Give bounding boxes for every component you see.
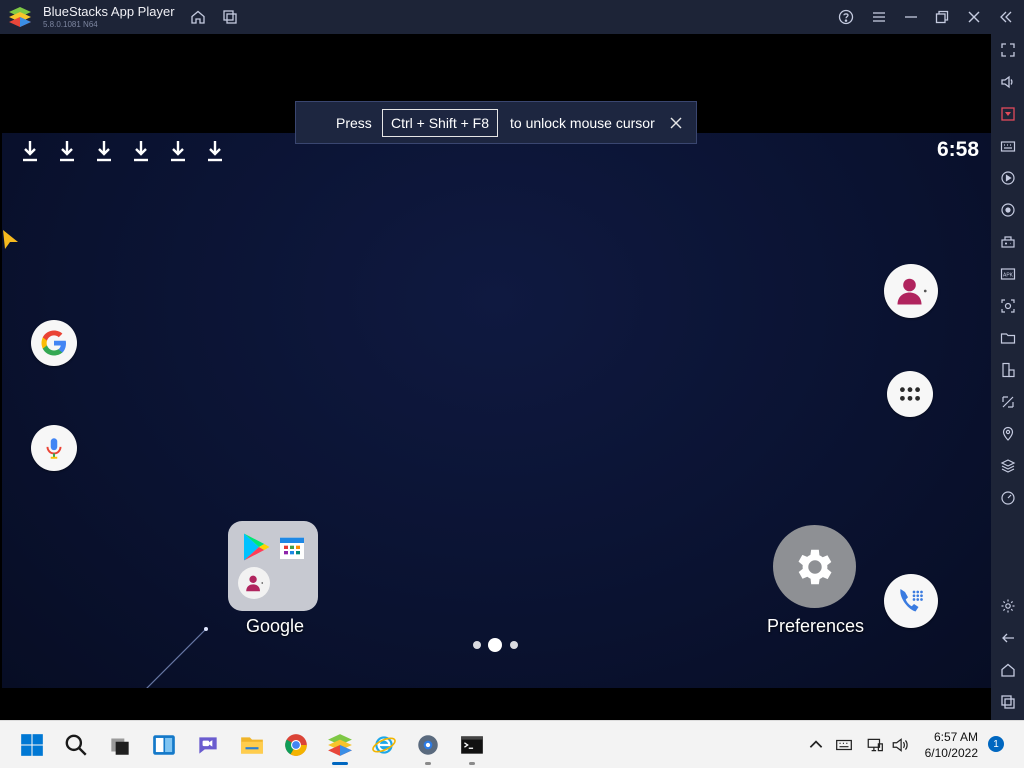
widgets-icon[interactable] (150, 731, 178, 759)
internet-explorer-icon[interactable] (370, 731, 398, 759)
toast-press-text: Press (336, 115, 372, 131)
toast-close-icon[interactable] (668, 115, 684, 131)
file-explorer-icon[interactable] (238, 731, 266, 759)
preferences-label: Preferences (767, 616, 865, 636)
svg-text:APK: APK (1003, 273, 1014, 279)
bluestacks-logo-icon (9, 7, 31, 27)
toast-shortcut-keys: Ctrl + Shift + F8 (382, 109, 498, 137)
android-home-icon[interactable] (998, 660, 1018, 680)
gear-icon (798, 549, 831, 584)
home-icon[interactable] (187, 6, 209, 28)
contacts-mini-icon (238, 567, 270, 599)
toast-message-text: to unlock mouse cursor (510, 115, 655, 131)
recent-apps-icon[interactable] (998, 692, 1018, 712)
google-search-icon[interactable] (31, 320, 77, 366)
bluestacks-window: BlueStacks App Player 5.8.0.1081 N64 6:5… (0, 0, 1024, 768)
running-indicator (469, 762, 475, 765)
start-menu-icon[interactable] (18, 731, 46, 759)
settings-gear-icon[interactable] (998, 596, 1018, 616)
task-view-icon[interactable] (106, 731, 134, 759)
wallpaper-streak (146, 627, 208, 688)
search-icon[interactable] (62, 731, 90, 759)
page-indicator-dot-active[interactable] (488, 638, 502, 652)
menu-icon[interactable] (868, 6, 890, 28)
performance-icon[interactable] (998, 488, 1018, 508)
game-controls-icon[interactable] (998, 232, 1018, 252)
windows-settings-icon[interactable] (414, 731, 442, 765)
google-folder-label: Google (246, 616, 305, 636)
download-icon (134, 141, 148, 162)
home-screen[interactable]: 6:58 (2, 133, 991, 688)
page-indicator-dot[interactable] (473, 641, 481, 649)
keyboard-controls-icon[interactable] (998, 136, 1018, 156)
download-icon (208, 141, 222, 162)
calendar-icon (280, 537, 304, 559)
app-title: BlueStacks App Player (43, 4, 175, 19)
media-manager-icon[interactable] (998, 104, 1018, 124)
windows-taskbar: 6:57 AM 6/10/2022 (0, 720, 1024, 768)
chevron-up-icon[interactable] (807, 736, 825, 754)
google-folder[interactable] (228, 521, 318, 611)
page-indicator-dot[interactable] (510, 641, 518, 649)
active-indicator (332, 762, 348, 765)
chat-icon[interactable] (194, 731, 222, 759)
system-clock-date[interactable]: 6/10/2022 (918, 746, 978, 760)
preferences-app-icon[interactable] (773, 525, 856, 608)
unlock-mouse-toast: Press Ctrl + Shift + F8 to unlock mouse … (295, 101, 697, 144)
status-clock: 6:58 (936, 138, 979, 161)
screenshot-icon[interactable] (998, 296, 1018, 316)
download-icon (60, 141, 74, 162)
restore-icon[interactable] (931, 6, 953, 28)
chrome-icon[interactable] (282, 731, 310, 759)
help-icon[interactable] (835, 6, 857, 28)
side-toolbar: APK (991, 34, 1024, 720)
minimize-icon[interactable] (900, 6, 922, 28)
app-drawer-icon[interactable] (887, 371, 933, 417)
back-arrow-icon[interactable] (998, 628, 1018, 648)
multi-instance-icon[interactable] (219, 6, 241, 28)
play-store-icon (244, 533, 270, 561)
title-bar: BlueStacks App Player 5.8.0.1081 N64 (0, 0, 1024, 34)
multi-window-icon[interactable] (998, 360, 1018, 380)
install-apk-icon[interactable]: APK (998, 264, 1018, 284)
download-icon (97, 141, 111, 162)
phone-dialer-icon[interactable] (884, 574, 938, 628)
folder-icon[interactable] (998, 328, 1018, 348)
bluestacks-taskbar-icon[interactable] (326, 731, 354, 765)
speaker-icon[interactable] (891, 736, 909, 754)
volume-icon[interactable] (998, 72, 1018, 92)
eco-mode-icon[interactable] (998, 392, 1018, 412)
layers-icon[interactable] (998, 456, 1018, 476)
fullscreen-icon[interactable] (998, 40, 1018, 60)
download-icon (171, 141, 185, 162)
command-prompt-icon[interactable] (458, 731, 486, 765)
keyboard-input-icon[interactable] (835, 736, 853, 754)
running-indicator (425, 762, 431, 765)
mouse-cursor-icon (3, 230, 18, 249)
macro-recorder-icon[interactable] (998, 168, 1018, 188)
contacts-app-icon[interactable] (884, 264, 938, 318)
collapse-sidebar-icon[interactable] (995, 6, 1017, 28)
download-icon (23, 141, 37, 162)
location-icon[interactable] (998, 424, 1018, 444)
voice-search-mic-icon[interactable] (31, 425, 77, 471)
close-icon[interactable] (963, 6, 985, 28)
app-version: 5.8.0.1081 N64 (43, 20, 98, 29)
system-clock-time[interactable]: 6:57 AM (924, 730, 978, 744)
network-icon[interactable] (866, 736, 884, 754)
sync-icon[interactable] (998, 200, 1018, 220)
notification-count-badge[interactable]: 1 (988, 736, 1004, 752)
